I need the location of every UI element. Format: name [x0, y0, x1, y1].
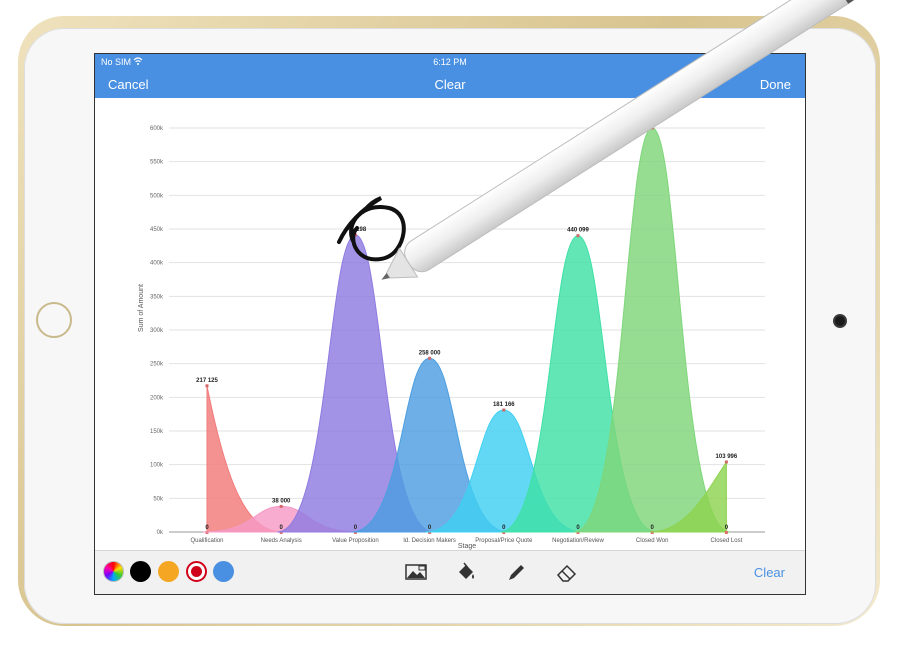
apple-pencil-illustration — [381, 0, 886, 280]
